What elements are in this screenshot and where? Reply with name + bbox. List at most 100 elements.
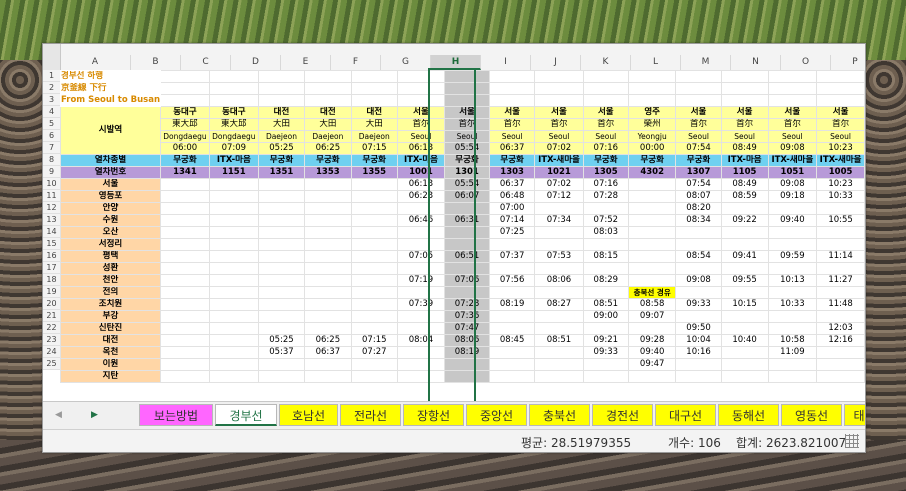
time-cell[interactable] — [534, 286, 584, 299]
train-type-cell[interactable]: 무궁화 — [627, 154, 677, 167]
origin-names-cell[interactable]: 서울 — [489, 106, 536, 119]
cell[interactable] — [627, 82, 677, 95]
time-cell[interactable] — [350, 310, 398, 323]
origin-english-cell[interactable]: Seoul — [720, 130, 769, 143]
title-cell[interactable]: 京釜線 下行 — [60, 82, 161, 95]
column-header-o[interactable]: O — [781, 55, 831, 70]
time-cell[interactable] — [582, 262, 629, 275]
station-name[interactable]: 대전 — [60, 334, 161, 347]
cell[interactable] — [767, 70, 818, 83]
train-number-cell[interactable]: 1151 — [208, 166, 259, 179]
cell[interactable] — [257, 94, 306, 107]
sheet-tab-0[interactable]: 보는방법 — [139, 404, 213, 426]
column-header-d[interactable]: D — [231, 55, 281, 70]
time-cell[interactable] — [816, 310, 865, 323]
cell[interactable] — [208, 94, 259, 107]
time-cell[interactable]: 06:51 — [443, 250, 491, 263]
origin-departure-cell[interactable]: 08:49 — [720, 142, 769, 155]
time-cell[interactable] — [720, 226, 769, 239]
time-cell[interactable] — [160, 274, 210, 287]
origin-names-cell[interactable]: 영주 — [627, 106, 677, 119]
time-cell[interactable] — [257, 358, 306, 371]
sheet-tab-7[interactable]: 경전선 — [592, 404, 653, 426]
time-cell[interactable] — [443, 358, 491, 371]
origin-hanja-cell[interactable]: 東大邱 — [208, 118, 259, 131]
origin-hanja-cell[interactable]: 首尔 — [489, 118, 536, 131]
time-cell[interactable] — [675, 370, 722, 383]
time-cell[interactable] — [443, 202, 491, 215]
station-name[interactable]: 옥천 — [60, 346, 161, 359]
sheet-tab-10[interactable]: 영동선 — [781, 404, 842, 426]
origin-departure-cell[interactable]: 07:02 — [534, 142, 584, 155]
origin-departure-cell[interactable]: 06:37 — [489, 142, 536, 155]
origin-hanja-cell[interactable]: 首尔 — [396, 118, 445, 131]
time-cell[interactable] — [675, 286, 722, 299]
time-cell[interactable] — [160, 202, 210, 215]
time-cell[interactable] — [304, 238, 352, 251]
time-cell[interactable] — [767, 238, 818, 251]
column-header-h[interactable]: H — [431, 55, 481, 70]
time-cell[interactable]: 09:18 — [767, 190, 818, 203]
origin-departure-cell[interactable]: 07:15 — [350, 142, 398, 155]
time-cell[interactable] — [534, 238, 584, 251]
train-type-cell[interactable]: 무궁화 — [257, 154, 306, 167]
sheet-tab-5[interactable]: 중앙선 — [466, 404, 527, 426]
time-cell[interactable]: 09:21 — [582, 334, 629, 347]
train-type-cell[interactable]: ITX-새마을 — [534, 154, 584, 167]
time-cell[interactable]: 07:37 — [489, 250, 536, 263]
time-cell[interactable] — [304, 178, 352, 191]
time-cell[interactable]: 08:45 — [489, 334, 536, 347]
cell[interactable] — [675, 82, 722, 95]
time-cell[interactable] — [534, 370, 584, 383]
time-cell[interactable]: 08:06 — [534, 274, 584, 287]
time-cell[interactable] — [396, 226, 445, 239]
train-type-cell[interactable]: ITX-새마을 — [767, 154, 818, 167]
time-cell[interactable]: 11:48 — [816, 298, 865, 311]
station-name[interactable]: 부강 — [60, 310, 161, 323]
time-cell[interactable]: 07:54 — [675, 178, 722, 191]
sheet-tab-8[interactable]: 대구선 — [655, 404, 716, 426]
time-cell[interactable] — [443, 370, 491, 383]
time-cell[interactable] — [816, 238, 865, 251]
origin-names-cell[interactable]: 서울 — [396, 106, 445, 119]
time-cell[interactable]: 09:28 — [627, 334, 677, 347]
time-cell[interactable]: 09:00 — [582, 310, 629, 323]
cell[interactable] — [396, 70, 445, 83]
time-cell[interactable]: 10:13 — [767, 274, 818, 287]
time-cell[interactable] — [304, 190, 352, 203]
time-cell[interactable]: 08:58 — [627, 298, 677, 311]
time-cell[interactable] — [208, 370, 259, 383]
row-header-19[interactable]: 19 — [43, 286, 60, 298]
time-cell[interactable] — [160, 298, 210, 311]
cell[interactable] — [534, 82, 584, 95]
time-cell[interactable] — [396, 322, 445, 335]
time-cell[interactable]: 09:33 — [675, 298, 722, 311]
origin-english-cell[interactable]: Seoul — [816, 130, 865, 143]
cell[interactable] — [720, 94, 769, 107]
time-cell[interactable] — [534, 346, 584, 359]
train-type-cell[interactable]: 무궁화 — [350, 154, 398, 167]
origin-names-cell[interactable]: 서울 — [720, 106, 769, 119]
train-number-cell[interactable]: 1303 — [489, 166, 536, 179]
time-cell[interactable] — [160, 310, 210, 323]
time-cell[interactable] — [396, 202, 445, 215]
time-cell[interactable] — [160, 190, 210, 203]
time-cell[interactable] — [627, 370, 677, 383]
cell[interactable] — [257, 82, 306, 95]
row-header-23[interactable]: 23 — [43, 334, 60, 346]
time-cell[interactable]: 05:25 — [257, 334, 306, 347]
time-cell[interactable] — [720, 370, 769, 383]
train-number-cell[interactable]: 1307 — [675, 166, 722, 179]
time-cell[interactable] — [304, 202, 352, 215]
cell[interactable] — [720, 82, 769, 95]
cell[interactable] — [816, 94, 865, 107]
time-cell[interactable] — [208, 190, 259, 203]
time-cell[interactable] — [208, 322, 259, 335]
cell[interactable] — [160, 82, 210, 95]
time-cell[interactable]: 08:59 — [720, 190, 769, 203]
column-header-l[interactable]: L — [631, 55, 681, 70]
time-cell[interactable] — [304, 298, 352, 311]
time-cell[interactable]: 06:07 — [443, 190, 491, 203]
time-cell[interactable] — [627, 274, 677, 287]
cell[interactable] — [534, 70, 584, 83]
